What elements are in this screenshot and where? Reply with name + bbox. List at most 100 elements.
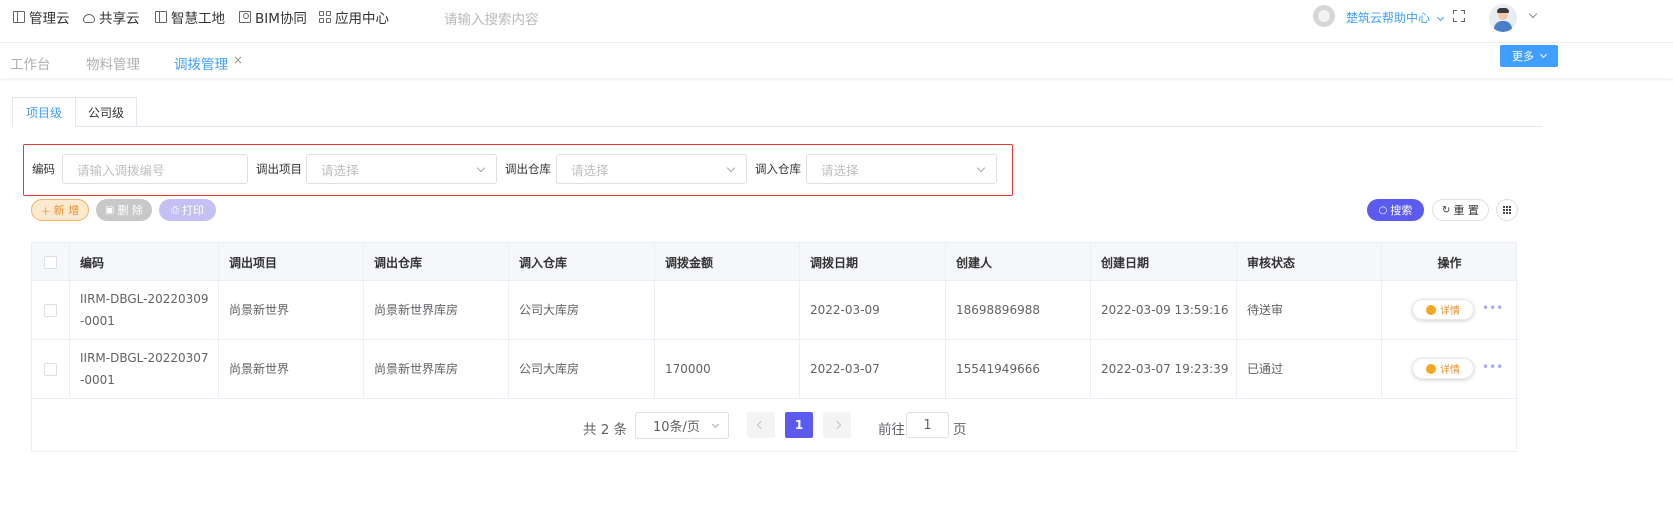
refresh-icon: ↻ <box>1442 204 1451 216</box>
page-size-select[interactable]: 10条/页 <box>635 412 729 439</box>
more-actions-icon[interactable]: ••• <box>1482 360 1503 374</box>
grid-icon <box>1503 206 1511 214</box>
header-creator[interactable]: 创建人 <box>946 243 1091 281</box>
header-status[interactable]: 审核状态 <box>1237 243 1382 281</box>
level-tabs: 项目级 公司级 <box>12 97 1542 127</box>
header-out-project[interactable]: 调出项目 <box>219 243 364 281</box>
row-select-cell <box>32 281 70 339</box>
goto-label: 前往 <box>878 422 905 438</box>
row-checkbox[interactable] <box>44 303 57 317</box>
pagination-total: 共 2 条 <box>583 422 628 438</box>
page-tab-workbench[interactable]: 工作台 <box>10 53 51 73</box>
header-in-warehouse[interactable]: 调入仓库 <box>509 243 655 281</box>
search-button-label: 搜索 <box>1390 204 1413 217</box>
cell-created-at: 2022-03-09 13:59:16 <box>1091 281 1237 339</box>
nav-item-shared-cloud[interactable]: 共享云 <box>83 6 140 28</box>
header-date[interactable]: 调拨日期 <box>800 243 946 281</box>
header-out-warehouse[interactable]: 调出仓库 <box>364 243 509 281</box>
nav-item-bim[interactable]: BIM协同 <box>239 6 307 28</box>
in-warehouse-placeholder: 请选择 <box>821 162 859 178</box>
cell-amount: 170000 <box>655 340 800 398</box>
more-circle-icon <box>1426 304 1436 315</box>
delete-button[interactable]: ▣ 删 除 <box>96 199 152 221</box>
nav-item-management-cloud[interactable]: 管理云 <box>13 6 70 28</box>
table-row: IIRM-DBGL-20220307-0001 尚景新世界 尚景新世界库房 公司… <box>32 340 1516 399</box>
fullscreen-icon[interactable] <box>1453 10 1465 22</box>
delete-button-label: 删 除 <box>117 204 143 217</box>
out-warehouse-select[interactable]: 请选择 <box>556 154 747 184</box>
cell-date: 2022-03-07 <box>800 340 946 398</box>
header-code[interactable]: 编码 <box>70 243 219 281</box>
in-warehouse-select[interactable]: 请选择 <box>806 154 997 184</box>
cloud-icon <box>83 13 95 23</box>
more-circle-icon <box>1426 363 1436 374</box>
user-avatar[interactable] <box>1489 4 1517 32</box>
search-button[interactable]: ○ 搜索 <box>1367 199 1424 221</box>
page-tab-transfer[interactable]: 调拨管理 <box>174 53 228 73</box>
book-icon <box>13 11 25 23</box>
cell-created-at: 2022-03-07 19:23:39 <box>1091 340 1237 398</box>
more-button-label: 更多 <box>1512 50 1534 63</box>
plus-icon: ＋ <box>40 206 51 218</box>
cell-creator: 15541949666 <box>946 340 1091 398</box>
code-input[interactable]: 请输入调拨编号 <box>62 154 248 184</box>
detail-button[interactable]: 详情 <box>1412 358 1474 379</box>
cell-status: 已通过 <box>1237 340 1382 398</box>
chevron-down-icon <box>476 163 486 173</box>
nav-item-label: 管理云 <box>29 11 70 27</box>
goto-page-input[interactable]: 1 <box>906 412 949 438</box>
cell-creator: 18698896988 <box>946 281 1091 339</box>
out-project-select[interactable]: 请选择 <box>306 154 497 184</box>
help-center-label: 楚筑云帮助中心 <box>1346 11 1431 25</box>
nav-item-label: BIM协同 <box>255 11 307 27</box>
more-button[interactable]: 更多 <box>1500 45 1558 67</box>
cell-out-project: 尚景新世界 <box>219 281 364 339</box>
add-button-label: 新 增 <box>53 204 80 217</box>
detail-button-label: 详情 <box>1440 306 1460 317</box>
detail-button-label: 详情 <box>1440 365 1460 376</box>
page-tab-materials[interactable]: 物料管理 <box>86 53 140 73</box>
header-created-at[interactable]: 创建日期 <box>1091 243 1237 281</box>
trash-icon: ▣ <box>105 204 115 216</box>
out-project-placeholder: 请选择 <box>321 162 359 178</box>
help-center-link[interactable]: 楚筑云帮助中心 <box>1346 9 1444 26</box>
chevron-down-icon <box>726 163 736 173</box>
bim-icon <box>239 11 251 23</box>
close-icon[interactable]: × <box>233 53 243 67</box>
print-button[interactable]: ⎙ 打印 <box>159 199 216 221</box>
column-settings-button[interactable] <box>1496 199 1518 221</box>
global-search-input[interactable]: 请输入搜索内容 <box>444 8 539 28</box>
header-actions: 操作 <box>1437 255 1462 270</box>
in-warehouse-label: 调入仓库 <box>755 162 801 176</box>
cell-in-warehouse: 公司大库房 <box>509 281 655 339</box>
select-all-checkbox[interactable] <box>44 255 57 269</box>
cell-status: 待送审 <box>1237 281 1382 339</box>
select-all-cell <box>32 243 70 281</box>
row-select-cell <box>32 340 70 398</box>
nav-item-app-center[interactable]: 应用中心 <box>319 6 389 28</box>
reset-button-label: 重 置 <box>1453 204 1479 217</box>
out-warehouse-placeholder: 请选择 <box>571 162 609 178</box>
cell-in-warehouse: 公司大库房 <box>509 340 655 398</box>
help-center-logo-icon <box>1313 5 1335 27</box>
table-row: IIRM-DBGL-20220309-0001 尚景新世界 尚景新世界库房 公司… <box>32 281 1516 340</box>
chevron-left-icon <box>756 420 766 430</box>
page-size-value: 10条/页 <box>653 420 700 435</box>
cell-code: IIRM-DBGL-20220309-0001 <box>70 281 219 339</box>
reset-button[interactable]: ↻ 重 置 <box>1432 199 1489 221</box>
add-button[interactable]: ＋ 新 增 <box>31 199 89 221</box>
tab-project-level[interactable]: 项目级 <box>12 97 76 127</box>
detail-button[interactable]: 详情 <box>1412 299 1474 320</box>
page-number-button[interactable]: 1 <box>785 412 813 438</box>
row-checkbox[interactable] <box>44 362 57 376</box>
header-amount[interactable]: 调拨金额 <box>655 243 800 281</box>
nav-item-smart-site[interactable]: 智慧工地 <box>155 6 225 28</box>
more-actions-icon[interactable]: ••• <box>1482 301 1503 315</box>
next-page-button[interactable] <box>823 412 851 438</box>
prev-page-button[interactable] <box>747 412 775 438</box>
page-tabs-bar: 工作台 物料管理 调拨管理 × 更多 <box>0 42 1673 78</box>
chevron-down-icon <box>1436 13 1444 22</box>
tab-company-level[interactable]: 公司级 <box>75 97 137 127</box>
chevron-down-icon[interactable] <box>1528 9 1538 19</box>
cell-code: IIRM-DBGL-20220307-0001 <box>70 340 219 398</box>
